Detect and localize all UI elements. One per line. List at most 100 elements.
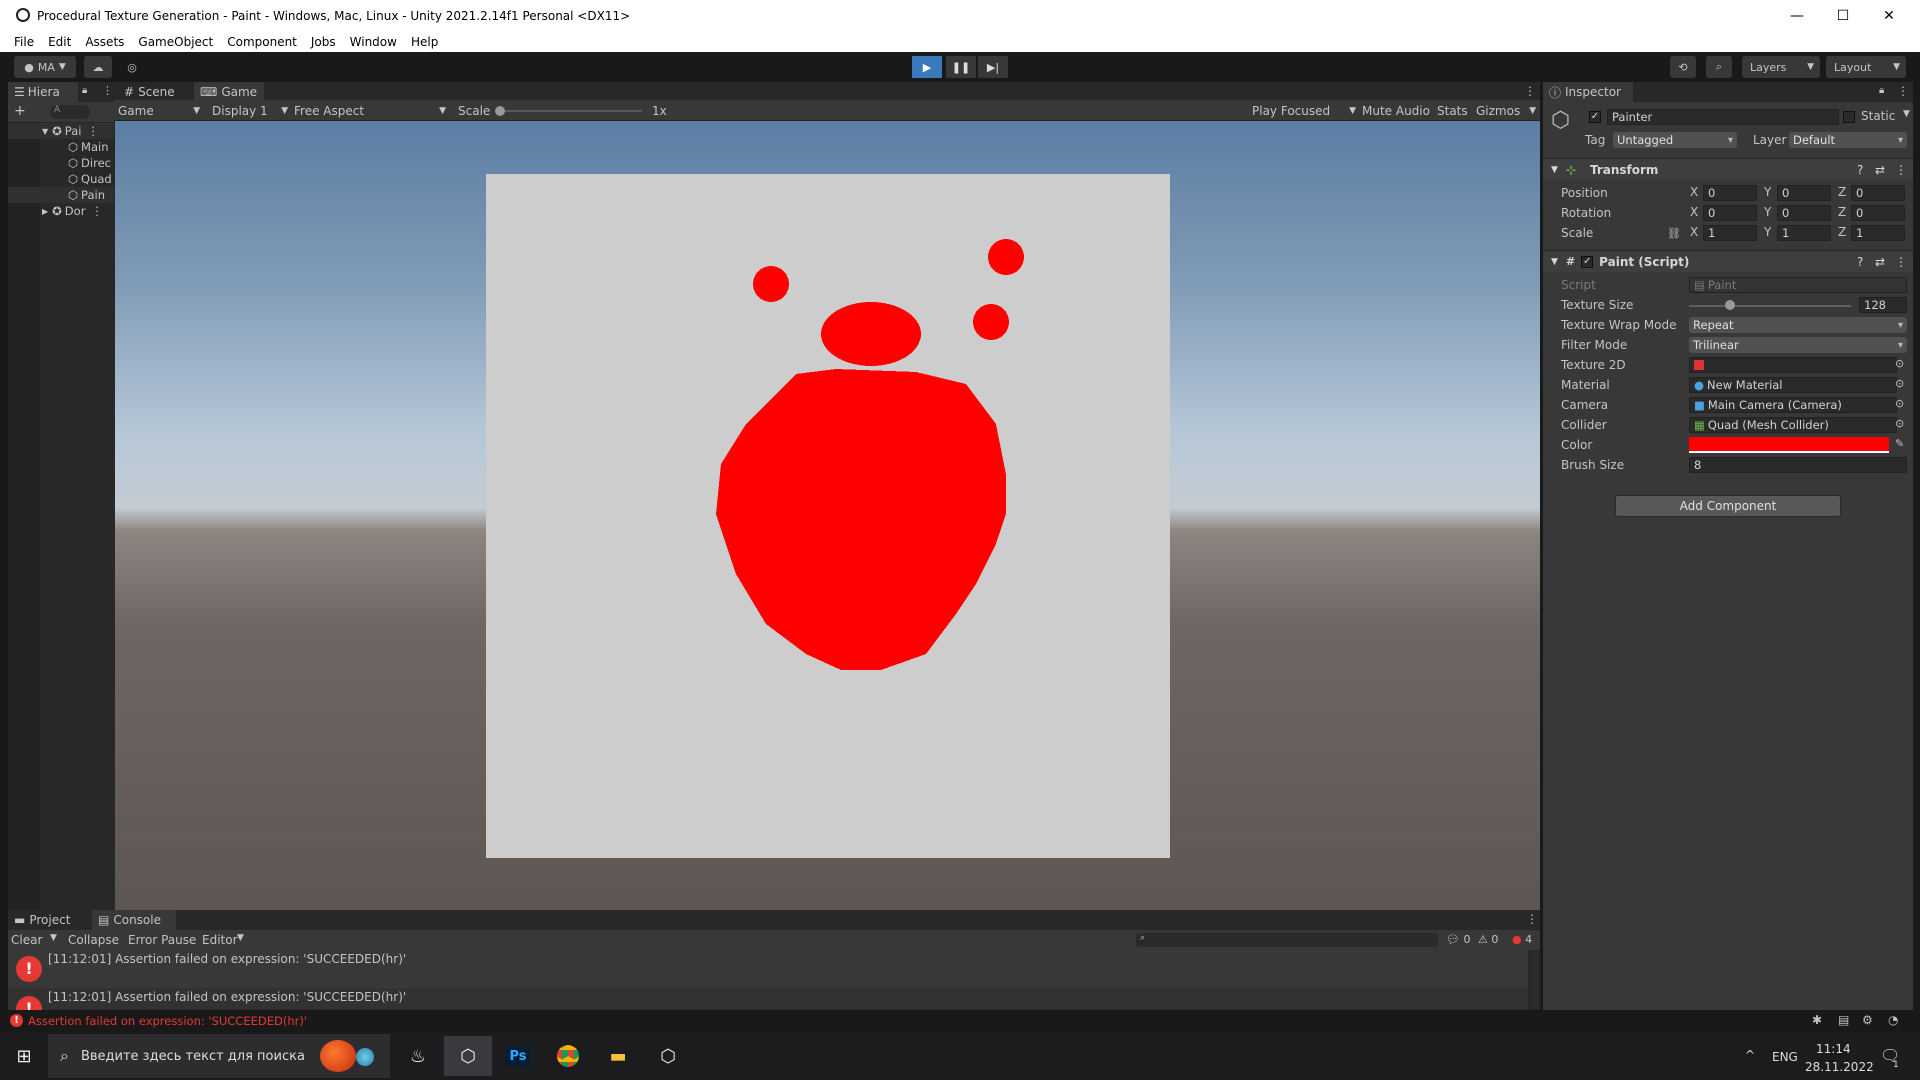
preset-icon[interactable]: ⇄ bbox=[1875, 255, 1885, 269]
menu-assets[interactable]: Assets bbox=[85, 35, 124, 49]
add-icon[interactable]: + bbox=[14, 103, 26, 119]
texture-size-slider-handle[interactable] bbox=[1724, 300, 1735, 310]
status-message[interactable]: Assertion failed on expression: 'SUCCEED… bbox=[28, 1014, 307, 1028]
hierarchy-item-quad[interactable]: ⬡ Quad bbox=[8, 171, 114, 187]
chevron-down-icon[interactable]: ▼ bbox=[50, 933, 57, 943]
scale-x-input[interactable]: 1 bbox=[1703, 225, 1757, 241]
minimize-button[interactable]: — bbox=[1774, 0, 1820, 32]
steam-icon[interactable]: ♨ bbox=[394, 1036, 442, 1076]
aspect-dropdown[interactable]: Free Aspect ▼ bbox=[294, 100, 450, 121]
tab-project[interactable]: ▬ Project bbox=[8, 910, 88, 930]
clock-time[interactable]: 11:14 bbox=[1816, 1042, 1851, 1056]
menu-gameobject[interactable]: GameObject bbox=[138, 35, 213, 49]
taskbar-search-box[interactable]: ⌕ Введите здесь текст для поиска bbox=[48, 1034, 390, 1078]
tray-chevron-up-icon[interactable]: ^ bbox=[1745, 1048, 1755, 1062]
help-icon[interactable]: ? bbox=[1857, 163, 1863, 177]
layers-dropdown[interactable]: Layers ▼ bbox=[1742, 56, 1820, 78]
layout-dropdown[interactable]: Layout ▼ bbox=[1826, 56, 1906, 78]
scale-slider-track[interactable] bbox=[498, 110, 642, 112]
transform-header[interactable]: ▼ ⊹ Transform ? ⇄ ⋮ bbox=[1543, 158, 1913, 180]
error-count-toggle[interactable]: ● 4 bbox=[1512, 933, 1532, 946]
rotation-z-input[interactable]: 0 bbox=[1851, 205, 1905, 221]
clock-date[interactable]: 28.11.2022 bbox=[1805, 1060, 1874, 1074]
menu-jobs[interactable]: Jobs bbox=[311, 35, 336, 49]
paint-quad[interactable] bbox=[486, 174, 1170, 858]
more-icon[interactable]: ⋮ bbox=[91, 204, 103, 218]
object-picker-icon[interactable]: ⊙ bbox=[1895, 357, 1904, 370]
tab-console[interactable]: ▤ Console bbox=[92, 910, 176, 930]
tag-dropdown[interactable]: Untagged bbox=[1613, 132, 1737, 148]
console-search-input[interactable]: ⌕ bbox=[1136, 933, 1438, 947]
warning-count-toggle[interactable]: ⚠ 0 bbox=[1478, 933, 1498, 946]
position-x-input[interactable]: 0 bbox=[1703, 185, 1757, 201]
object-picker-icon[interactable]: ⊙ bbox=[1895, 417, 1904, 430]
console-message[interactable]: ! [11:12:01] Assertion failed on express… bbox=[8, 988, 1528, 1010]
more-icon[interactable]: ⋮ bbox=[102, 84, 113, 97]
maximize-button[interactable]: ☐ bbox=[1820, 0, 1866, 32]
step-button[interactable]: ▶| bbox=[978, 56, 1008, 78]
menu-file[interactable]: File bbox=[14, 35, 34, 49]
hierarchy-item-direc[interactable]: ⬡ Direc bbox=[8, 155, 114, 171]
object-picker-icon[interactable]: ⊙ bbox=[1895, 377, 1904, 390]
position-z-input[interactable]: 0 bbox=[1851, 185, 1905, 201]
eyedropper-icon[interactable]: ✎ bbox=[1895, 437, 1904, 450]
collapse-toggle[interactable]: Collapse bbox=[68, 933, 119, 947]
object-name-input[interactable]: Painter bbox=[1607, 109, 1839, 125]
hierarchy-search-input[interactable]: A bbox=[50, 105, 90, 119]
error-pause-toggle[interactable]: Error Pause bbox=[128, 933, 196, 947]
hierarchy-item-scene[interactable]: ▼ ✪ Pai ⋮ bbox=[8, 123, 114, 139]
scale-slider-handle[interactable] bbox=[495, 106, 505, 116]
console-scrollbar[interactable] bbox=[1530, 950, 1540, 1010]
material-field[interactable]: ● New Material bbox=[1689, 377, 1897, 393]
cloud-button[interactable]: ☁ bbox=[84, 56, 112, 78]
preset-icon[interactable]: ⇄ bbox=[1875, 163, 1885, 177]
object-picker-icon[interactable]: ⊙ bbox=[1895, 397, 1904, 410]
hierarchy-item-dontdestroy[interactable]: ▶ ✪ Dor ⋮ bbox=[8, 203, 114, 219]
link-icon[interactable]: ⛓ bbox=[1667, 227, 1681, 240]
wrap-mode-dropdown[interactable]: Repeat bbox=[1689, 317, 1907, 333]
more-icon[interactable]: ⋮ bbox=[1526, 912, 1538, 926]
display-dropdown[interactable]: Display 1 ▼ bbox=[212, 100, 288, 121]
photoshop-icon[interactable]: Ps bbox=[494, 1036, 542, 1076]
rotation-x-input[interactable]: 0 bbox=[1703, 205, 1757, 221]
debug-icon[interactable]: ⚙ bbox=[1862, 1013, 1873, 1027]
add-component-button[interactable]: Add Component bbox=[1615, 495, 1841, 517]
more-icon[interactable]: ⋮ bbox=[1897, 84, 1909, 98]
position-y-input[interactable]: 0 bbox=[1777, 185, 1831, 201]
tab-inspector[interactable]: ⓘ Inspector bbox=[1543, 82, 1633, 102]
progress-icon[interactable]: ◔ bbox=[1888, 1013, 1898, 1027]
play-button[interactable]: ▶ bbox=[912, 56, 942, 78]
windows-start-icon[interactable]: ⊞ bbox=[0, 1036, 48, 1076]
account-dropdown[interactable]: ● MA ▼ bbox=[14, 56, 76, 78]
more-icon[interactable]: ⋮ bbox=[1524, 84, 1536, 98]
collab-button[interactable]: ◎ bbox=[120, 56, 144, 78]
lock-icon[interactable]: 🔒︎ bbox=[1879, 85, 1884, 96]
cache-icon[interactable]: ▤ bbox=[1838, 1013, 1849, 1027]
language-indicator[interactable]: ENG bbox=[1772, 1050, 1798, 1064]
scale-z-input[interactable]: 1 bbox=[1851, 225, 1905, 241]
close-button[interactable]: ✕ bbox=[1866, 0, 1912, 32]
mute-audio-toggle[interactable]: Mute Audio bbox=[1362, 100, 1430, 121]
pause-button[interactable]: ❚❚ bbox=[946, 56, 976, 78]
log-count-toggle[interactable]: 💬︎ 0 bbox=[1446, 933, 1470, 946]
file-explorer-icon[interactable]: ▬ bbox=[594, 1036, 642, 1076]
static-checkbox[interactable] bbox=[1843, 111, 1855, 123]
tab-game[interactable]: ⌨ Game bbox=[194, 82, 264, 102]
game-mode-dropdown[interactable]: Game ▼ bbox=[118, 100, 204, 121]
tab-hierarchy[interactable]: ☰ Hiera bbox=[8, 82, 78, 102]
search-button[interactable]: ⌕ bbox=[1706, 56, 1732, 78]
help-icon[interactable]: ? bbox=[1857, 255, 1863, 269]
tab-scene[interactable]: # Scene bbox=[118, 82, 190, 102]
script-enabled-checkbox[interactable]: ✓ bbox=[1581, 255, 1594, 268]
play-focused-dropdown[interactable]: Play Focused ▼ bbox=[1252, 100, 1356, 121]
stats-toggle[interactable]: Stats bbox=[1437, 100, 1468, 121]
gizmos-dropdown[interactable]: Gizmos ▼ bbox=[1476, 100, 1536, 121]
unity-hub-icon[interactable]: ⬡ bbox=[444, 1036, 492, 1076]
console-message[interactable]: ! [11:12:01] Assertion failed on express… bbox=[8, 950, 1528, 988]
menu-help[interactable]: Help bbox=[411, 35, 438, 49]
filter-mode-dropdown[interactable]: Trilinear bbox=[1689, 337, 1907, 353]
more-icon[interactable]: ⋮ bbox=[87, 124, 99, 138]
texture-size-input[interactable]: 128 bbox=[1859, 297, 1907, 313]
menu-edit[interactable]: Edit bbox=[48, 35, 71, 49]
menu-window[interactable]: Window bbox=[350, 35, 397, 49]
